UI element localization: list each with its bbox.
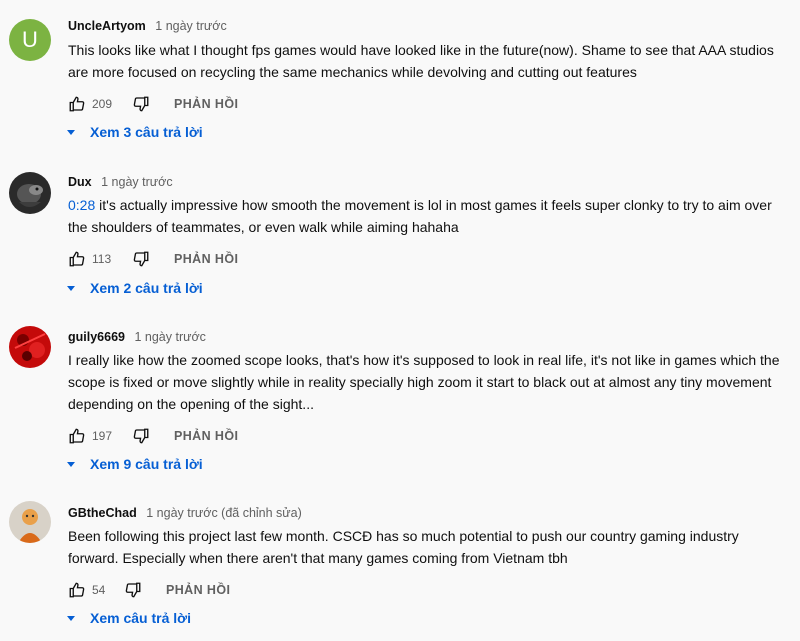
comment-actions: 197 PHẢN HỒI (68, 426, 238, 446)
comment-time[interactable]: 1 ngày trước (134, 330, 205, 344)
thumbs-up-icon[interactable] (68, 95, 86, 113)
avatar-image (9, 501, 51, 543)
comment-time[interactable]: 1 ngày trước (101, 175, 172, 189)
comment-header: Dux 1 ngày trước (68, 175, 173, 189)
comment-time[interactable]: 1 ngày trước (155, 19, 226, 33)
avatar[interactable] (9, 501, 51, 543)
view-replies-button[interactable]: Xem 2 câu trả lời (66, 280, 203, 296)
video-timestamp-link[interactable]: 0:28 (68, 197, 95, 213)
caret-down-icon (67, 462, 75, 467)
comment-time[interactable]: 1 ngày trước (đã chỉnh sửa) (146, 506, 302, 520)
comment-author[interactable]: Dux (68, 175, 92, 189)
view-replies-label: Xem câu trả lời (90, 610, 191, 626)
caret-down-icon (67, 616, 75, 621)
thumbs-up-icon[interactable] (68, 427, 86, 445)
view-replies-label: Xem 9 câu trả lời (90, 456, 203, 472)
comment-text: 0:28 it's actually impressive how smooth… (68, 194, 793, 238)
view-replies-button[interactable]: Xem câu trả lời (66, 610, 191, 626)
reply-button[interactable]: PHẢN HỒI (174, 97, 238, 111)
view-replies-label: Xem 3 câu trả lời (90, 124, 203, 140)
comment-text: Been following this project last few mon… (68, 528, 739, 566)
reply-button[interactable]: PHẢN HỒI (174, 252, 238, 266)
view-replies-label: Xem 2 câu trả lời (90, 280, 203, 296)
reply-button[interactable]: PHẢN HỒI (166, 583, 230, 597)
like-count: 113 (92, 252, 112, 266)
reply-button[interactable]: PHẢN HỒI (174, 429, 238, 443)
view-replies-button[interactable]: Xem 9 câu trả lời (66, 456, 203, 472)
thumbs-down-icon[interactable] (132, 95, 150, 113)
comment-text: This looks like what I thought fps games… (68, 42, 774, 80)
comment-header: GBtheChad 1 ngày trước (đã chỉnh sửa) (68, 506, 302, 520)
thumbs-down-icon[interactable] (132, 250, 150, 268)
comment-author[interactable]: UncleArtyom (68, 19, 146, 33)
comment-header: UncleArtyom 1 ngày trước (68, 19, 227, 33)
comment-actions: 209 PHẢN HỒI (68, 94, 238, 114)
comment-author[interactable]: GBtheChad (68, 506, 137, 520)
comment-text: I really like how the zoomed scope looks… (68, 352, 780, 412)
avatar[interactable] (9, 326, 51, 368)
thumbs-up-icon[interactable] (68, 250, 86, 268)
caret-down-icon (67, 286, 75, 291)
view-replies-button[interactable]: Xem 3 câu trả lời (66, 124, 203, 140)
avatar-letter: U (22, 27, 38, 52)
avatar[interactable]: U (9, 19, 51, 61)
comment-text-content: it's actually impressive how smooth the … (68, 197, 772, 235)
comment-author[interactable]: guily6669 (68, 330, 125, 344)
avatar[interactable] (9, 172, 51, 214)
thumbs-down-icon[interactable] (124, 581, 142, 599)
avatar-image (9, 326, 51, 368)
comment-actions: 54 PHẢN HỒI (68, 580, 230, 600)
avatar-image (9, 172, 51, 214)
comment-actions: 113 PHẢN HỒI (68, 249, 238, 269)
like-count: 209 (92, 97, 113, 111)
thumbs-up-icon[interactable] (68, 581, 86, 599)
like-count: 197 (92, 429, 113, 443)
comment-header: guily6669 1 ngày trước (68, 330, 206, 344)
caret-down-icon (67, 130, 75, 135)
like-count: 54 (92, 583, 106, 597)
thumbs-down-icon[interactable] (132, 427, 150, 445)
